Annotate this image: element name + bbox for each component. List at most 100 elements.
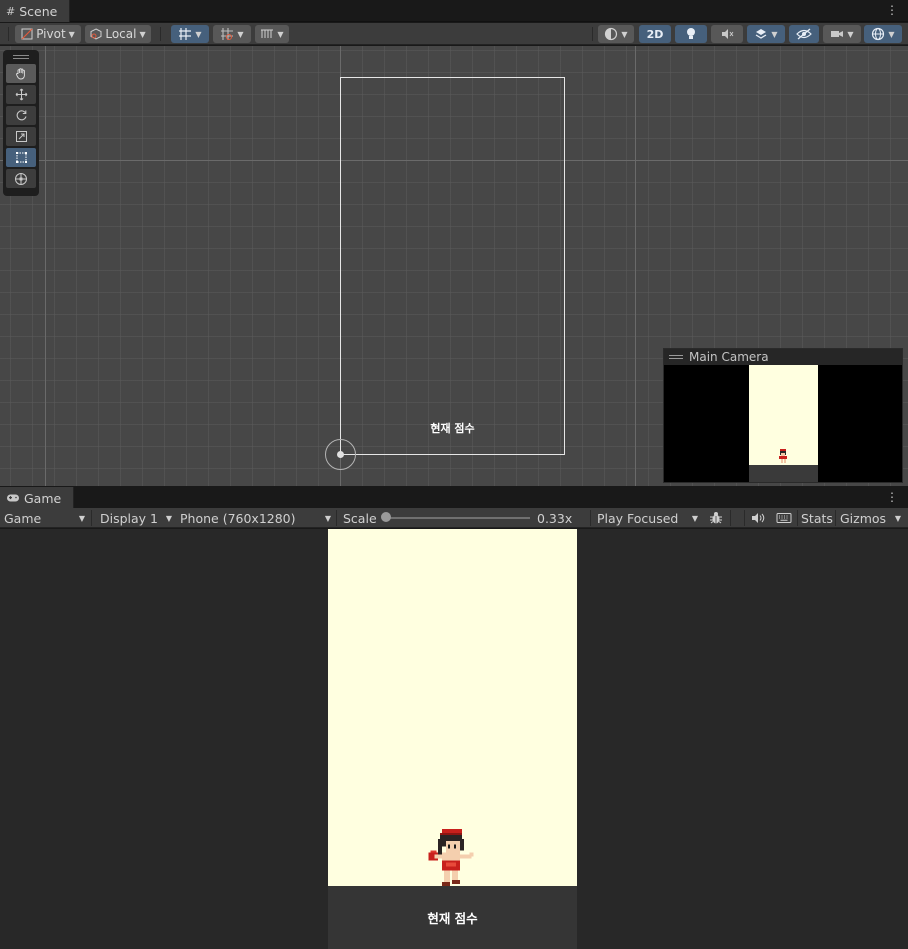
play-mode-select-label: Play Focused — [597, 510, 679, 526]
local-label: Local — [105, 27, 137, 41]
resolution-select-label: Phone (760x1280) — [180, 510, 296, 526]
chevron-down-icon: ▼ — [78, 513, 85, 523]
toolbar-separator — [160, 27, 161, 41]
hand-tool-button[interactable] — [6, 64, 36, 83]
drag-grip-icon — [669, 355, 683, 359]
gamepad-icon — [7, 494, 19, 502]
toolbar-separator — [91, 510, 92, 526]
pivot-dropdown[interactable]: Pivot ▼ — [15, 25, 81, 43]
scene-score-text[interactable]: 현재 점수 — [410, 420, 495, 436]
keyboard-icon — [776, 513, 792, 523]
chevron-down-icon: ▼ — [771, 29, 778, 39]
scene-viewport[interactable]: 현재 점수 Main Camera — [0, 46, 908, 486]
tab-game-label: Game — [24, 490, 62, 506]
chevron-down-icon: ▼ — [68, 29, 75, 39]
game-view-select-label: Game — [4, 510, 42, 526]
mute-audio-button[interactable] — [749, 508, 767, 528]
scale-slider-track[interactable] — [386, 517, 530, 519]
ruler-icon — [261, 29, 274, 38]
audio-muted-icon — [722, 29, 734, 39]
grid-hash-icon: # — [6, 4, 16, 18]
toolbar-separator — [8, 27, 9, 41]
camera-preview-screen — [749, 365, 818, 482]
rect-icon — [15, 152, 27, 163]
game-toolbar: Game ▼ Display 1 ▼ Phone (760x1280) ▼ Sc… — [0, 508, 908, 528]
shading-sphere-icon — [605, 27, 618, 41]
toolbar-separator — [336, 510, 337, 526]
chevron-down-icon: ▼ — [847, 29, 854, 39]
transform-tool-button[interactable] — [6, 169, 36, 188]
scene-visibility-toggle[interactable] — [789, 25, 819, 43]
scale-slider-knob[interactable] — [381, 512, 391, 522]
grid-axis-line — [45, 46, 46, 486]
camera-dropdown[interactable]: ▼ — [823, 25, 861, 43]
chevron-down-icon: ▼ — [691, 513, 698, 523]
toolbar-separator — [744, 510, 745, 526]
frame-debugger-button[interactable] — [706, 508, 726, 528]
grid-snap-toggle[interactable]: ▼ — [171, 25, 209, 43]
camera-preview-titlebar[interactable]: Main Camera — [664, 349, 902, 365]
local-cube-icon — [90, 28, 102, 40]
chevron-down-icon: ▼ — [888, 29, 895, 39]
audio-toggle[interactable] — [711, 25, 743, 43]
pivot-handle-dot[interactable] — [337, 451, 344, 458]
scale-value: 0.33x — [537, 510, 573, 526]
bug-icon — [710, 512, 722, 524]
gizmo-globe-icon — [872, 27, 885, 41]
lightbulb-icon — [687, 28, 695, 39]
chevron-down-icon: ▼ — [324, 513, 331, 523]
tab-game[interactable]: Game — [0, 487, 75, 509]
chevron-down-icon: ▼ — [195, 29, 202, 39]
scale-icon — [15, 131, 27, 142]
camera-preview-bottom-bar — [749, 465, 818, 482]
toolbar-separator — [835, 510, 836, 526]
camera-icon — [831, 31, 844, 37]
ruler-snap-toggle[interactable]: ▼ — [255, 25, 289, 43]
effects-layers-icon — [756, 29, 767, 39]
tools-overlay — [3, 50, 39, 196]
toolbar-separator — [590, 510, 591, 526]
play-mode-select[interactable]: Play Focused ▼ — [597, 508, 701, 528]
hidden-eye-icon — [796, 28, 812, 40]
gizmos-toggle[interactable]: Gizmos ▼ — [840, 508, 904, 528]
view-2d-toggle[interactable]: 2D — [639, 25, 671, 43]
display-select-label: Display 1 — [100, 510, 159, 526]
grid-snap-icon — [179, 28, 192, 40]
game-view-select[interactable]: Game ▼ — [4, 508, 88, 528]
draw-mode-dropdown[interactable]: ▼ — [598, 25, 634, 43]
player-character-sprite[interactable] — [426, 829, 476, 886]
game-tabbar: Game ⋮ — [0, 487, 908, 509]
display-select[interactable]: Display 1 ▼ — [100, 508, 175, 528]
speaker-icon — [752, 513, 765, 523]
chevron-down-icon: ▼ — [139, 29, 146, 39]
local-dropdown[interactable]: Local ▼ — [85, 25, 151, 43]
chevron-down-icon: ▼ — [165, 513, 172, 523]
move-tool-button[interactable] — [6, 85, 36, 104]
shortcuts-toggle[interactable] — [774, 508, 794, 528]
lighting-toggle[interactable] — [675, 25, 707, 43]
chevron-down-icon: ▼ — [237, 29, 244, 39]
resolution-select[interactable]: Phone (760x1280) ▼ — [180, 508, 334, 528]
transform-icon — [15, 172, 27, 185]
tools-drag-handle[interactable] — [6, 53, 36, 61]
toolbar-separator — [592, 27, 593, 41]
scale-tool-button[interactable] — [6, 127, 36, 146]
game-score-text: 현재 점수 — [427, 911, 478, 926]
chevron-down-icon: ▼ — [277, 29, 284, 39]
scene-toolbar: Pivot ▼ Local ▼ ▼ ▼ ▼ ▼ 2D ▼ ▼ ▼ — [0, 23, 908, 45]
move-icon — [15, 88, 27, 101]
gizmos-dropdown[interactable]: ▼ — [864, 25, 902, 43]
toolbar-separator — [797, 510, 798, 526]
rotate-tool-button[interactable] — [6, 106, 36, 125]
effects-dropdown[interactable]: ▼ — [747, 25, 785, 43]
player-sprite-thumbnail — [779, 449, 787, 463]
scene-menu-kebab-icon[interactable]: ⋮ — [886, 3, 898, 17]
tab-scene[interactable]: # Scene — [0, 0, 71, 22]
main-camera-preview: Main Camera — [663, 348, 903, 483]
game-menu-kebab-icon[interactable]: ⋮ — [886, 490, 898, 504]
stats-button[interactable]: Stats — [801, 508, 833, 528]
increment-snap-toggle[interactable]: ▼ — [213, 25, 251, 43]
game-viewport[interactable]: 현재 점수 — [0, 529, 908, 949]
rect-tool-button[interactable] — [6, 148, 36, 167]
chevron-down-icon: ▼ — [621, 29, 628, 39]
